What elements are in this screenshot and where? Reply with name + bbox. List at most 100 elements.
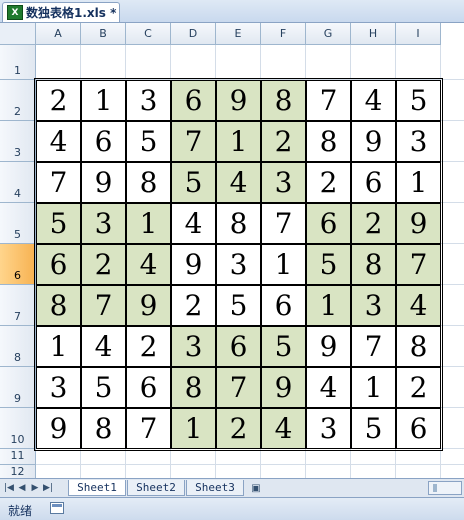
column-header-F[interactable]: F <box>261 23 306 45</box>
prev-sheet-icon[interactable]: ◀ <box>16 481 28 495</box>
row-header-6[interactable]: 6 <box>0 244 36 285</box>
sudoku-cell[interactable]: 3 <box>216 244 261 285</box>
column-header-I[interactable]: I <box>396 23 441 45</box>
sudoku-cell[interactable]: 2 <box>81 244 126 285</box>
column-header-C[interactable]: C <box>126 23 171 45</box>
sudoku-cell[interactable]: 9 <box>351 121 396 162</box>
sudoku-cell[interactable]: 6 <box>216 326 261 367</box>
sudoku-cell[interactable]: 9 <box>81 162 126 203</box>
first-sheet-icon[interactable]: |◀ <box>3 481 15 495</box>
sudoku-cell[interactable]: 5 <box>216 285 261 326</box>
sudoku-cell[interactable]: 1 <box>396 162 441 203</box>
sudoku-cell[interactable]: 9 <box>261 367 306 408</box>
sudoku-cell[interactable]: 5 <box>351 408 396 449</box>
column-header-E[interactable]: E <box>216 23 261 45</box>
column-header-D[interactable]: D <box>171 23 216 45</box>
sudoku-cell[interactable]: 7 <box>306 80 351 121</box>
sudoku-cell[interactable]: 4 <box>126 244 171 285</box>
select-all-corner[interactable] <box>0 23 36 45</box>
row-header-1[interactable]: 1 <box>0 45 36 80</box>
sudoku-cell[interactable]: 1 <box>81 80 126 121</box>
sudoku-cell[interactable]: 3 <box>261 162 306 203</box>
sudoku-cell[interactable]: 9 <box>171 244 216 285</box>
sudoku-cell[interactable]: 8 <box>36 285 81 326</box>
sudoku-cell[interactable]: 4 <box>171 203 216 244</box>
horizontal-scrollbar[interactable] <box>428 481 462 495</box>
last-sheet-icon[interactable]: ▶| <box>42 481 54 495</box>
sudoku-cell[interactable]: 6 <box>351 162 396 203</box>
sudoku-cell[interactable]: 5 <box>171 162 216 203</box>
sudoku-cell[interactable]: 8 <box>396 326 441 367</box>
sudoku-cell[interactable]: 3 <box>36 367 81 408</box>
sudoku-cell[interactable]: 7 <box>216 367 261 408</box>
row-header-11[interactable]: 11 <box>0 449 36 465</box>
next-sheet-icon[interactable]: ▶ <box>29 481 41 495</box>
sudoku-cell[interactable]: 6 <box>126 367 171 408</box>
column-header-B[interactable]: B <box>81 23 126 45</box>
sudoku-cell[interactable]: 5 <box>81 367 126 408</box>
sudoku-cell[interactable]: 8 <box>306 121 351 162</box>
sudoku-cell[interactable]: 3 <box>171 326 216 367</box>
sudoku-cell[interactable]: 6 <box>36 244 81 285</box>
row-header-12[interactable]: 12 <box>0 465 36 478</box>
sudoku-cell[interactable]: 8 <box>351 244 396 285</box>
row-header-7[interactable]: 7 <box>0 285 36 326</box>
sudoku-cell[interactable]: 6 <box>306 203 351 244</box>
row-header-9[interactable]: 9 <box>0 367 36 408</box>
sudoku-cell[interactable]: 2 <box>216 408 261 449</box>
sudoku-cell[interactable]: 7 <box>351 326 396 367</box>
row-header-2[interactable]: 2 <box>0 80 36 121</box>
sudoku-cell[interactable]: 3 <box>396 121 441 162</box>
sudoku-cell[interactable]: 4 <box>216 162 261 203</box>
sudoku-cell[interactable]: 1 <box>36 326 81 367</box>
sudoku-cell[interactable]: 4 <box>351 80 396 121</box>
sudoku-cell[interactable]: 8 <box>126 162 171 203</box>
row-header-10[interactable]: 10 <box>0 408 36 449</box>
sudoku-cell[interactable]: 3 <box>126 80 171 121</box>
sudoku-cell[interactable]: 7 <box>126 408 171 449</box>
sudoku-cell[interactable]: 2 <box>36 80 81 121</box>
sudoku-cell[interactable]: 1 <box>351 367 396 408</box>
sudoku-cell[interactable]: 6 <box>171 80 216 121</box>
row-header-8[interactable]: 8 <box>0 326 36 367</box>
sudoku-cell[interactable]: 5 <box>306 244 351 285</box>
sudoku-cell[interactable]: 1 <box>126 203 171 244</box>
sudoku-cell[interactable]: 4 <box>396 285 441 326</box>
sudoku-cell[interactable]: 5 <box>126 121 171 162</box>
sudoku-cell[interactable]: 2 <box>396 367 441 408</box>
sudoku-cell[interactable]: 2 <box>171 285 216 326</box>
sudoku-cell[interactable]: 7 <box>36 162 81 203</box>
column-header-G[interactable]: G <box>306 23 351 45</box>
sudoku-cell[interactable]: 3 <box>306 408 351 449</box>
sudoku-cell[interactable]: 9 <box>216 80 261 121</box>
sheet-tab-3[interactable]: Sheet3 <box>186 480 244 496</box>
row-header-4[interactable]: 4 <box>0 162 36 203</box>
sudoku-cell[interactable]: 9 <box>306 326 351 367</box>
sudoku-cell[interactable]: 3 <box>351 285 396 326</box>
sudoku-cell[interactable]: 3 <box>81 203 126 244</box>
sudoku-cell[interactable]: 2 <box>261 121 306 162</box>
sudoku-cell[interactable]: 1 <box>171 408 216 449</box>
insert-sheet-icon[interactable]: ▣ <box>247 481 265 495</box>
sudoku-cell[interactable]: 5 <box>36 203 81 244</box>
sudoku-cell[interactable]: 6 <box>396 408 441 449</box>
sudoku-cell[interactable]: 7 <box>81 285 126 326</box>
sudoku-cell[interactable]: 7 <box>171 121 216 162</box>
document-tab[interactable]: X 数独表格1.xls * <box>2 2 120 22</box>
row-header-3[interactable]: 3 <box>0 121 36 162</box>
column-header-H[interactable]: H <box>351 23 396 45</box>
row-header-5[interactable]: 5 <box>0 203 36 244</box>
sheet-tab-1[interactable]: Sheet1 <box>68 480 126 496</box>
sudoku-cell[interactable]: 8 <box>261 80 306 121</box>
sheet-tab-2[interactable]: Sheet2 <box>127 480 185 496</box>
column-header-A[interactable]: A <box>36 23 81 45</box>
sudoku-cell[interactable]: 8 <box>216 203 261 244</box>
sudoku-cell[interactable]: 2 <box>306 162 351 203</box>
sudoku-cell[interactable]: 9 <box>396 203 441 244</box>
sudoku-cell[interactable]: 4 <box>306 367 351 408</box>
sudoku-cell[interactable]: 1 <box>216 121 261 162</box>
sudoku-cell[interactable]: 4 <box>81 326 126 367</box>
macro-record-icon[interactable] <box>50 502 64 514</box>
sudoku-cell[interactable]: 2 <box>351 203 396 244</box>
sudoku-cell[interactable]: 8 <box>171 367 216 408</box>
